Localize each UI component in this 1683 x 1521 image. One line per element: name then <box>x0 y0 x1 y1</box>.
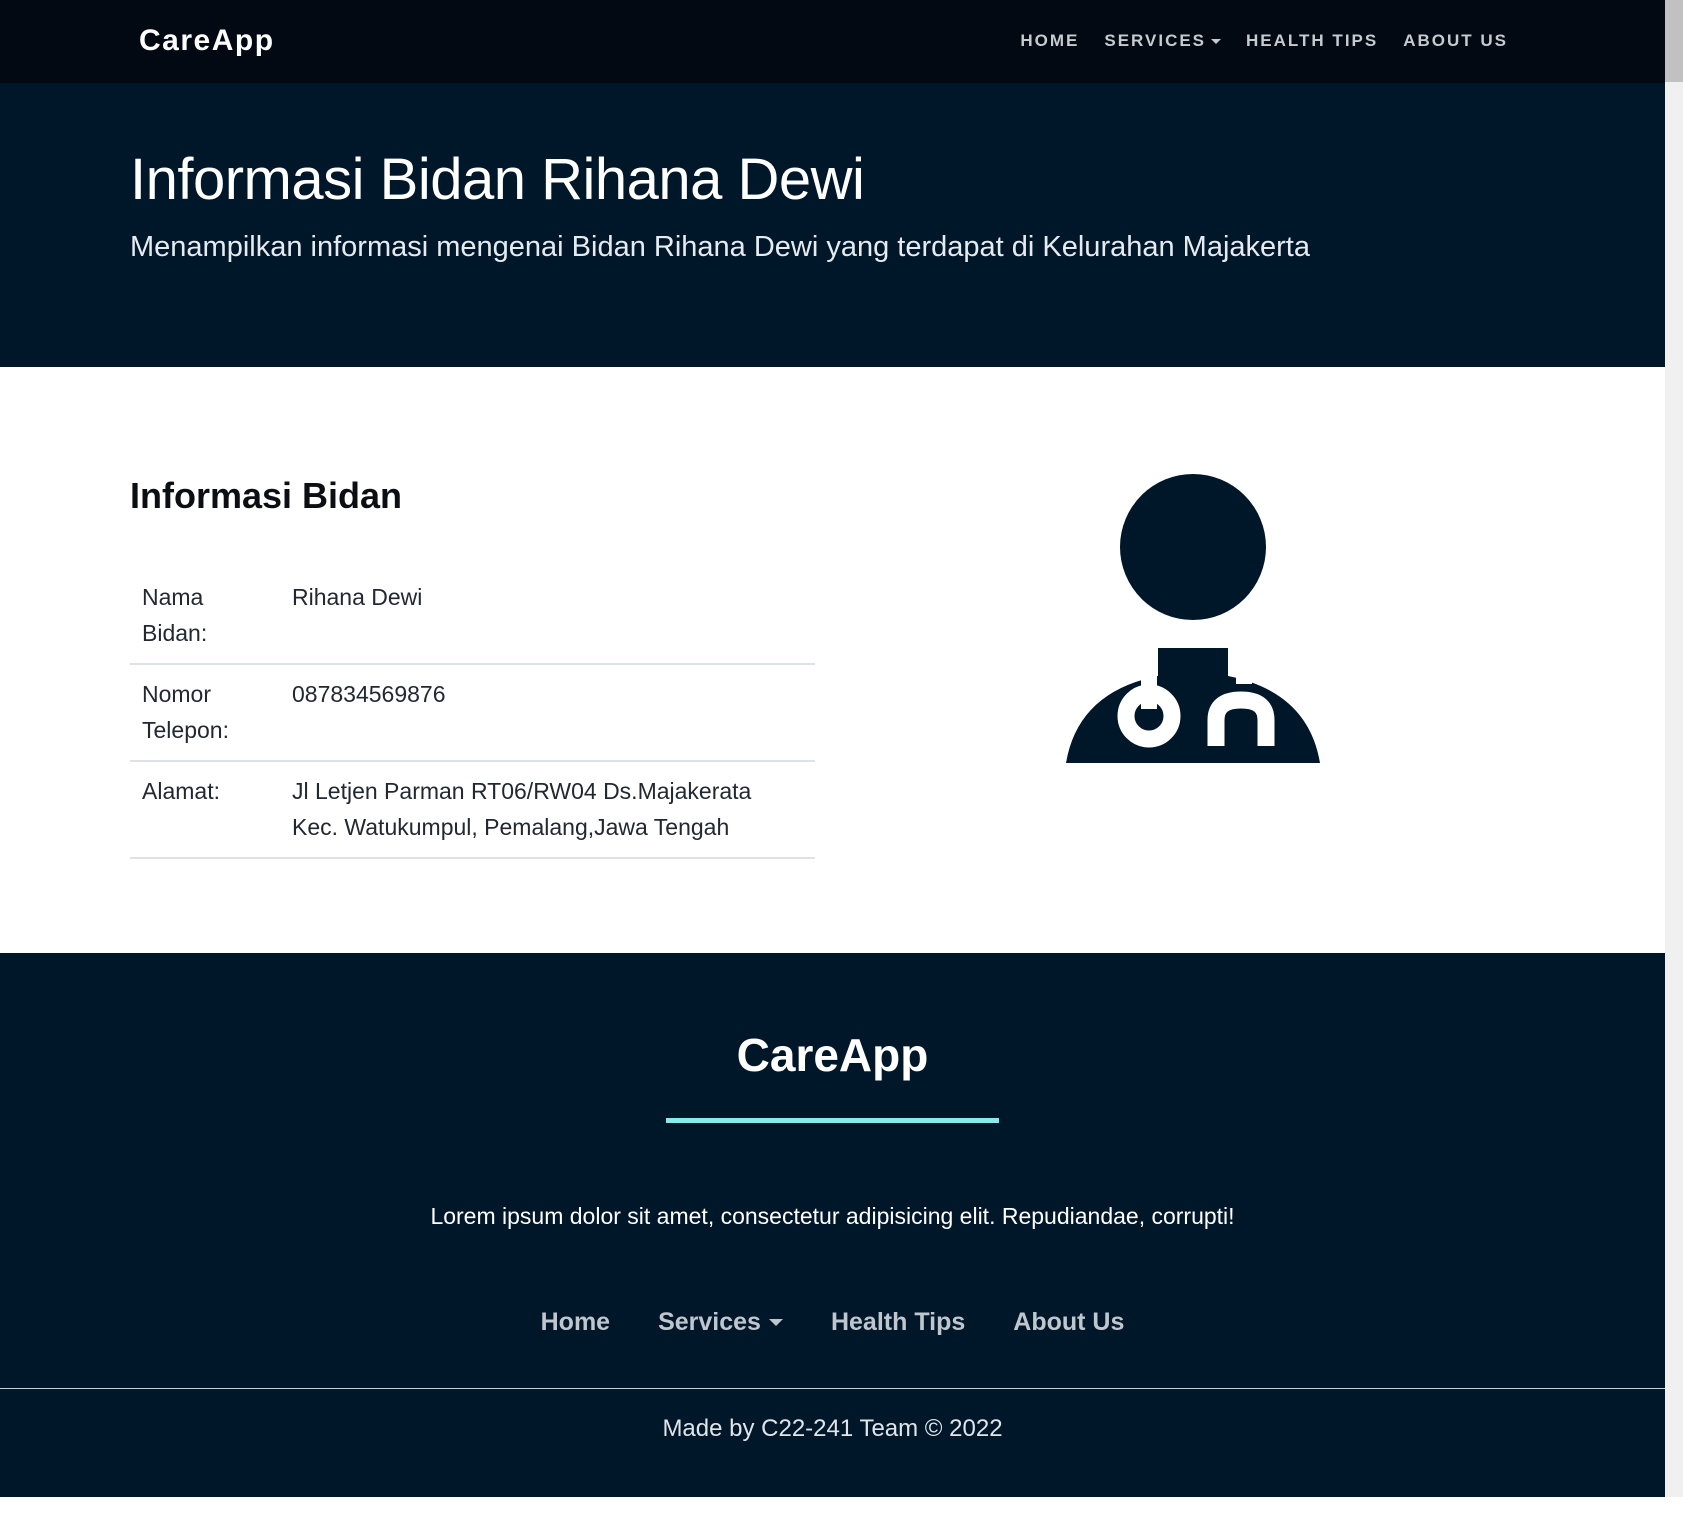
row-value: 087834569876 <box>280 664 815 762</box>
footer-description: Lorem ipsum dolor sit amet, consectetur … <box>430 1203 1235 1229</box>
page-title: Informasi Bidan Rihana Dewi <box>130 147 865 212</box>
footer-link-services-label: Services <box>658 1308 761 1336</box>
footer-link-home[interactable]: Home <box>541 1308 610 1337</box>
footer-nav: Home Services Health Tips About Us <box>0 1308 1665 1337</box>
page-scrollbar[interactable] <box>1665 0 1683 1497</box>
nav-link-health-tips[interactable]: Health Tips <box>1246 31 1378 51</box>
page-subtitle: Menampilkan informasi mengenai Bidan Rih… <box>130 231 1310 263</box>
footer-link-about-us[interactable]: About Us <box>1013 1308 1124 1337</box>
footer-divider <box>0 1388 1665 1389</box>
row-label: Nomor Telepon: <box>130 664 280 762</box>
table-row-telepon: Nomor Telepon: 087834569876 <box>130 664 815 762</box>
footer-accent-line <box>666 1118 999 1123</box>
chevron-down-icon <box>768 1319 783 1326</box>
scrollbar-thumb[interactable] <box>1665 0 1683 82</box>
footer-link-health-tips[interactable]: Health Tips <box>831 1308 965 1337</box>
table-row-alamat: Alamat: Jl Letjen Parman RT06/RW04 Ds.Ma… <box>130 761 815 859</box>
hero-banner: Informasi Bidan Rihana Dewi Menampilkan … <box>0 83 1665 367</box>
footer-brand: CareApp <box>736 1029 929 1081</box>
table-row-nama: Nama Bidan: Rihana Dewi <box>130 568 815 665</box>
chevron-down-icon <box>1211 38 1222 44</box>
nav-link-home[interactable]: Home <box>1020 31 1079 51</box>
nav-link-services[interactable]: Services <box>1104 31 1222 51</box>
row-value: Jl Letjen Parman RT06/RW04 Ds.Majakerata… <box>280 761 815 859</box>
footer: CareApp Lorem ipsum dolor sit amet, cons… <box>0 953 1665 1497</box>
nav-link-services-label: Services <box>1104 31 1207 50</box>
user-doctor-icon <box>1066 474 1320 763</box>
nav-link-about-us[interactable]: About Us <box>1403 31 1508 51</box>
footer-link-services[interactable]: Services <box>658 1308 783 1337</box>
copyright: Made by C22-241 Team © 2022 <box>662 1415 1003 1442</box>
row-label: Nama Bidan: <box>130 568 280 665</box>
page: CareApp Home Services Health Tips About … <box>0 0 1665 1497</box>
navbar-brand[interactable]: CareApp <box>139 24 275 58</box>
section-title: Informasi Bidan <box>130 475 403 516</box>
navbar-links: Home Services Health Tips About Us <box>1020 31 1508 51</box>
row-label: Alamat: <box>130 761 280 859</box>
navbar: CareApp Home Services Health Tips About … <box>0 0 1665 83</box>
row-value: Rihana Dewi <box>280 568 815 665</box>
info-table: Nama Bidan: Rihana Dewi Nomor Telepon: 0… <box>130 568 815 859</box>
